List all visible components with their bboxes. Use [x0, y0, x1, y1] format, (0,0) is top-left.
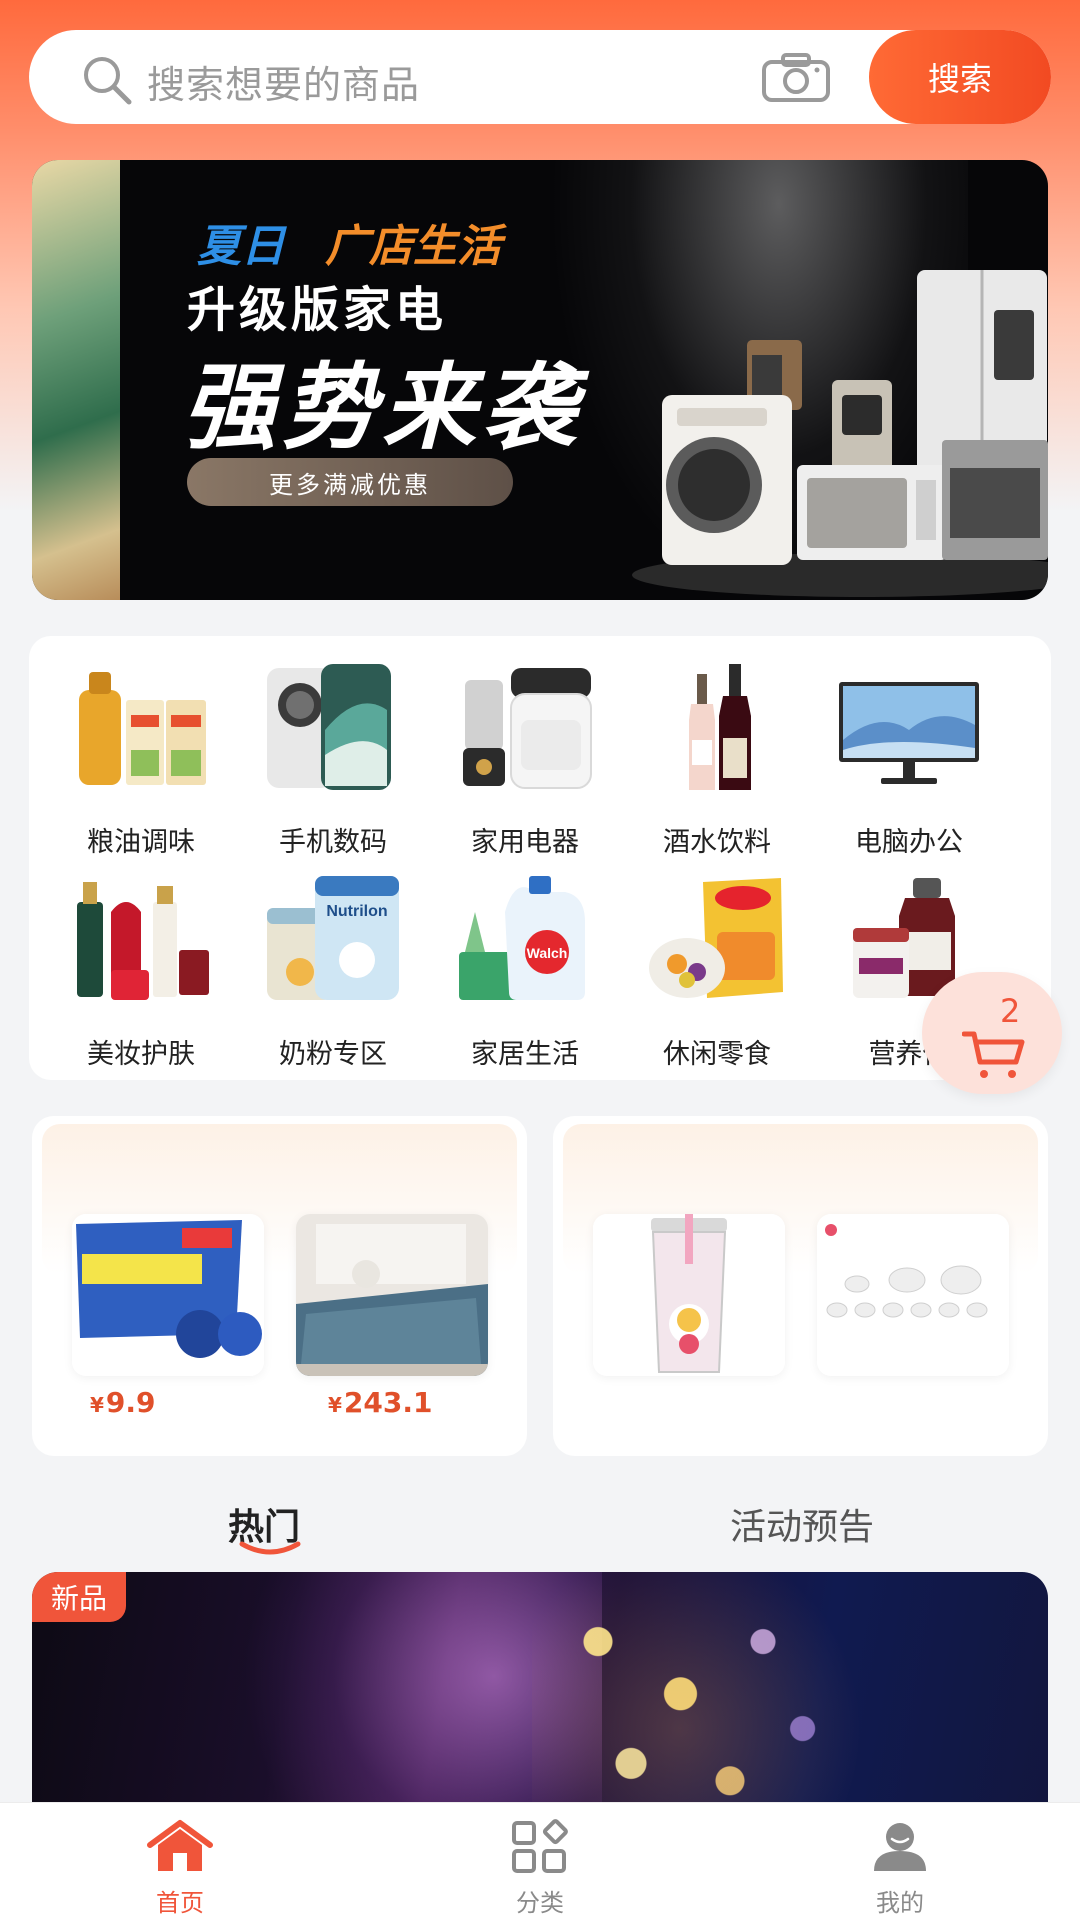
product-tile-cup[interactable]	[593, 1214, 785, 1376]
monitor-icon	[839, 682, 979, 784]
banner-store: 广店生活	[325, 221, 501, 272]
svg-text:Nutrilon: Nutrilon	[326, 903, 387, 920]
nav-home-label: 首页	[156, 1889, 204, 1917]
category-label: 手机数码	[279, 827, 387, 858]
nav-category[interactable]: 分类	[440, 1803, 640, 1920]
category-label: 休闲零食	[663, 1039, 771, 1070]
category-home-living[interactable]: Walch 家居生活	[429, 862, 621, 1070]
category-grain-oil[interactable]: 粮油调味	[45, 650, 237, 858]
category-milk-powder[interactable]: Nutrilon 奶粉专区	[237, 862, 429, 1070]
search-input[interactable]: 搜索想要的商品	[147, 54, 420, 109]
category-label: 电脑办公	[855, 827, 963, 858]
tab-event-preview[interactable]: 活动预告	[730, 1498, 874, 1550]
currency-symbol: ¥	[90, 1393, 104, 1417]
smartphone-icon	[267, 664, 391, 790]
floating-cart-button[interactable]: 2	[922, 972, 1062, 1094]
toilet-cleaner-image	[72, 1214, 264, 1376]
promo-card-right[interactable]	[553, 1116, 1048, 1456]
cooking-oil-icon	[79, 672, 206, 785]
home-icon	[147, 1820, 213, 1871]
category-label: 奶粉专区	[279, 1039, 387, 1070]
blanket-image	[296, 1214, 488, 1376]
category-grid-icon	[512, 1819, 568, 1873]
nav-mine[interactable]: 我的	[800, 1803, 1000, 1920]
product-tile-toilet-cleaner[interactable]	[72, 1214, 264, 1376]
wine-icon	[689, 664, 751, 790]
product-price: ¥243.1	[328, 1386, 433, 1419]
appliances-image	[632, 270, 1048, 597]
banner-tagline: 夏日 广店生活	[197, 210, 501, 274]
camera-icon[interactable]	[761, 52, 831, 104]
category-label: 家用电器	[471, 827, 579, 858]
banner-cta-button[interactable]: 更多满减优惠	[187, 458, 513, 506]
product-tile-tea-set[interactable]	[817, 1214, 1009, 1376]
category-snacks[interactable]: 休闲零食	[621, 862, 813, 1070]
category-label: 粮油调味	[87, 827, 195, 858]
product-tile-blanket[interactable]	[296, 1214, 488, 1376]
category-appliances[interactable]: 家用电器	[429, 650, 621, 858]
category-drinks[interactable]: 酒水饮料	[621, 650, 813, 858]
search-bar[interactable]: 搜索想要的商品 搜索	[29, 30, 1051, 124]
category-label: 家居生活	[471, 1039, 579, 1070]
category-computers[interactable]: 电脑办公	[813, 650, 1005, 858]
search-button[interactable]: 搜索	[869, 30, 1051, 124]
detergent-icon: Walch	[459, 876, 585, 1000]
blender-icon	[463, 668, 592, 789]
snacks-icon	[649, 878, 783, 998]
promo-banner[interactable]: 夏日 广店生活 升级版家电 强势来袭 更多满减优惠	[32, 160, 1048, 600]
tab-active-indicator	[239, 1541, 301, 1555]
banner-headline: 强势来袭	[182, 354, 583, 463]
svg-text:Walch: Walch	[527, 945, 568, 961]
shopping-cart-icon	[962, 1031, 1025, 1078]
milk-powder-icon: Nutrilon	[267, 876, 399, 1000]
category-phones[interactable]: 手机数码	[237, 650, 429, 858]
new-badge: 新品	[32, 1572, 126, 1622]
user-icon	[874, 1823, 926, 1871]
cup-image	[593, 1214, 785, 1376]
category-beauty[interactable]: 美妆护肤	[45, 862, 237, 1070]
nav-home[interactable]: 首页	[80, 1803, 280, 1920]
category-grid: 粮油调味 手机数码 家用电器 酒水饮料 电脑办公 美妆护肤 Nutrilon 奶…	[29, 636, 1051, 1080]
nav-category-label: 分类	[516, 1889, 564, 1917]
category-label: 美妆护肤	[87, 1039, 195, 1070]
banner-summer: 夏日	[197, 221, 285, 272]
product-price: ¥9.9	[90, 1386, 156, 1419]
promo-card-left[interactable]: ¥9.9 ¥243.1	[32, 1116, 527, 1456]
banner-side-image	[32, 160, 120, 600]
bottom-nav: 首页 分类 我的	[0, 1802, 1080, 1920]
cart-count-badge: 2	[1000, 992, 1021, 1030]
currency-symbol: ¥	[328, 1393, 342, 1417]
cosmetics-icon	[77, 882, 209, 1000]
category-label: 酒水饮料	[663, 827, 771, 858]
banner-subtitle: 升级版家电	[187, 282, 448, 338]
nav-mine-label: 我的	[876, 1889, 924, 1917]
tea-set-image	[817, 1214, 1009, 1376]
search-icon	[84, 57, 132, 105]
